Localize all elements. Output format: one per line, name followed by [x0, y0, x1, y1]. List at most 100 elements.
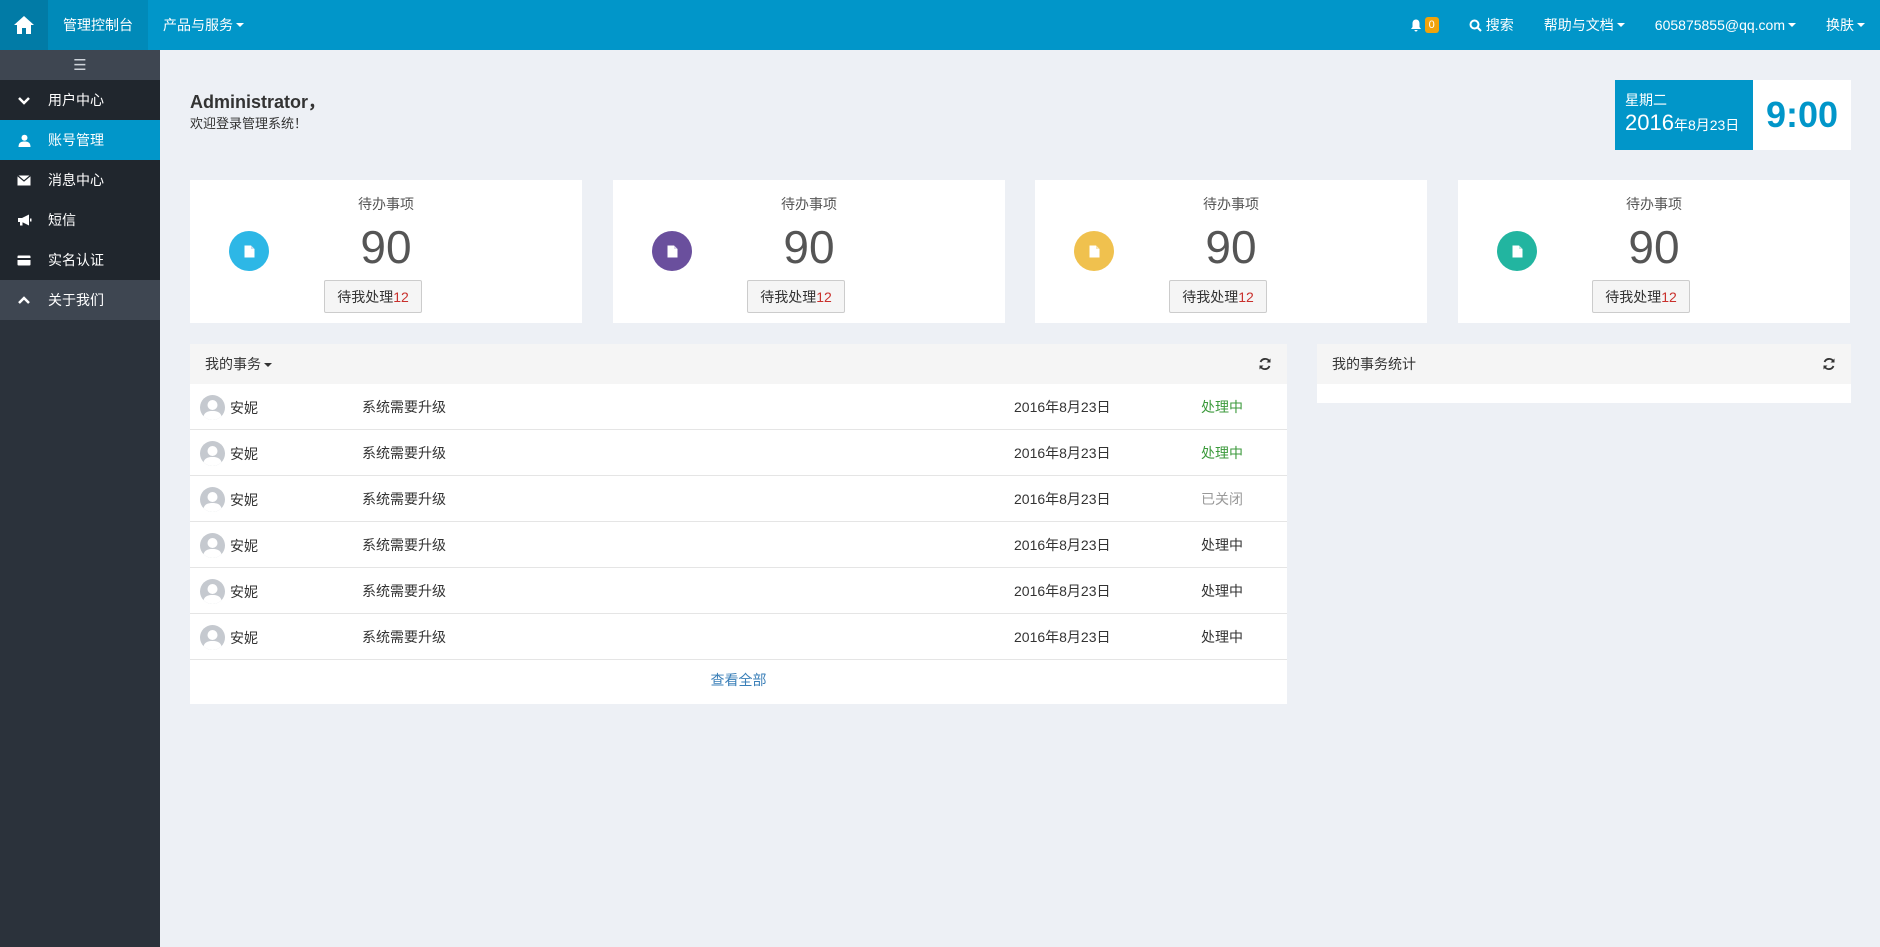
table-row[interactable]: 安妮 系统需要升级 2016年8月23日 已关闭 [190, 476, 1287, 522]
table-row[interactable]: 安妮 系统需要升级 2016年8月23日 处理中 [190, 614, 1287, 660]
year-label: 2016 [1625, 110, 1674, 135]
avatar [200, 487, 225, 512]
refresh-button[interactable] [1822, 357, 1836, 371]
sidebar-item-account-management[interactable]: 账号管理 [0, 120, 160, 160]
task-subject: 系统需要升级 [362, 629, 446, 645]
sidebar-toggle-button[interactable]: ☰ [0, 50, 160, 80]
task-status: 处理中 [1201, 629, 1243, 645]
pending-count: 12 [816, 288, 832, 305]
sidebar-item-about-us[interactable]: 关于我们 [0, 280, 160, 320]
todo-card-2: 待办事项 90 待我处理 12 [613, 180, 1005, 323]
card-value: 90 [1628, 221, 1680, 273]
chevron-down-icon [1788, 23, 1796, 27]
chevron-down-icon [264, 363, 272, 368]
nav-console-label: 管理控制台 [63, 17, 133, 33]
avatar [200, 533, 225, 558]
card-value: 90 [783, 221, 835, 273]
envelope-icon [17, 174, 31, 185]
sidebar: ☰ 用户中心 账号管理 消息中心 短信 实名认证 关于我们 [0, 50, 160, 947]
sidebar-item-label: 实名认证 [48, 252, 104, 268]
table-row[interactable]: 安妮 系统需要升级 2016年8月23日 处理中 [190, 430, 1287, 476]
pending-button[interactable]: 待我处理 12 [1169, 280, 1267, 313]
top-navbar: 管理控制台 产品与服务 0 搜索 帮助与文档 605875855@qq.com … [0, 0, 1880, 50]
nav-products-label: 产品与服务 [163, 17, 233, 33]
search-button[interactable]: 搜索 [1454, 0, 1529, 50]
task-date: 2016年8月23日 [1014, 445, 1111, 461]
credit-card-icon [17, 255, 31, 265]
help-docs-label: 帮助与文档 [1543, 17, 1614, 33]
pending-button[interactable]: 待我处理 12 [324, 280, 422, 313]
hamburger-icon: ☰ [73, 57, 87, 74]
task-subject: 系统需要升级 [362, 491, 446, 507]
bullhorn-icon [17, 214, 31, 226]
user-avatar-icon [203, 584, 222, 604]
chevron-up-icon [18, 295, 30, 304]
avatar [200, 395, 225, 420]
pending-count: 12 [1661, 288, 1677, 305]
task-owner: 安妮 [230, 400, 258, 416]
user-icon [18, 134, 30, 147]
card-value: 90 [1205, 221, 1257, 273]
table-row[interactable]: 安妮 系统需要升级 2016年8月23日 处理中 [190, 522, 1287, 568]
user-account-dropdown[interactable]: 605875855@qq.com [1640, 0, 1811, 50]
card-title: 待办事项 [781, 196, 837, 212]
chevron-down-icon [1616, 23, 1625, 27]
chevron-down-icon [18, 96, 30, 105]
sidebar-item-user-center[interactable]: 用户中心 [0, 80, 160, 120]
my-tasks-dropdown[interactable]: 我的事务 [205, 354, 272, 374]
task-date: 2016年8月23日 [1014, 629, 1111, 645]
my-tasks-panel: 我的事务 安妮 系统需要升级 2016年8月23日 处理中 安妮 系统需要升级 … [190, 344, 1287, 704]
notifications-button[interactable]: 0 [1395, 0, 1454, 50]
avatar [200, 625, 225, 650]
task-status: 处理中 [1201, 445, 1243, 461]
task-owner: 安妮 [230, 492, 258, 508]
user-avatar-icon [203, 630, 222, 650]
card-value: 90 [360, 221, 412, 273]
task-status: 处理中 [1201, 399, 1243, 415]
refresh-icon [1823, 358, 1835, 370]
my-tasks-title: 我的事务 [205, 356, 261, 372]
card-title: 待办事项 [1203, 196, 1259, 212]
help-docs-dropdown[interactable]: 帮助与文档 [1529, 0, 1640, 50]
greeting-welcome: 欢迎登录管理系统！ [190, 116, 308, 131]
task-date: 2016年8月23日 [1014, 399, 1111, 415]
skin-switch-button[interactable]: 换肤 [1811, 0, 1880, 50]
sidebar-item-sms[interactable]: 短信 [0, 200, 160, 240]
card-title: 待办事项 [358, 196, 414, 212]
greeting-name: Administrator， [190, 92, 327, 112]
sidebar-item-real-name-auth[interactable]: 实名认证 [0, 240, 160, 280]
nav-console[interactable]: 管理控制台 [48, 0, 148, 50]
search-icon [1469, 19, 1482, 32]
todo-card-1: 待办事项 90 待我处理 12 [190, 180, 582, 323]
sidebar-item-label: 短信 [48, 212, 76, 228]
task-subject: 系统需要升级 [362, 445, 446, 461]
task-status: 处理中 [1201, 583, 1243, 599]
chevron-down-icon [236, 23, 244, 27]
home-button[interactable] [0, 0, 48, 50]
pending-button[interactable]: 待我处理 12 [1592, 280, 1690, 313]
avatar [200, 441, 225, 466]
table-row[interactable]: 安妮 系统需要升级 2016年8月23日 处理中 [190, 568, 1287, 614]
view-all-link[interactable]: 查看全部 [190, 660, 1287, 700]
pending-label: 待我处理 [1182, 288, 1239, 305]
sidebar-item-label: 用户中心 [48, 92, 104, 108]
bell-icon [1410, 19, 1421, 31]
task-status: 处理中 [1201, 537, 1243, 553]
refresh-button[interactable] [1258, 357, 1272, 371]
date-widget: 星期二 2016年8月23日 [1615, 80, 1753, 150]
table-row[interactable]: 安妮 系统需要升级 2016年8月23日 处理中 [190, 384, 1287, 430]
pending-button[interactable]: 待我处理 12 [747, 280, 845, 313]
pending-label: 待我处理 [760, 288, 817, 305]
month-day-label: 年8月23日 [1673, 117, 1740, 133]
task-stats-panel: 我的事务统计 [1317, 344, 1851, 403]
task-date: 2016年8月23日 [1014, 491, 1111, 507]
nav-products-dropdown[interactable]: 产品与服务 [148, 0, 259, 50]
task-status: 已关闭 [1201, 491, 1243, 507]
avatar [200, 579, 225, 604]
clock-time: 9:00 [1753, 80, 1851, 150]
task-date: 2016年8月23日 [1014, 537, 1111, 553]
task-date: 2016年8月23日 [1014, 583, 1111, 599]
search-label: 搜索 [1485, 17, 1514, 33]
sidebar-item-message-center[interactable]: 消息中心 [0, 160, 160, 200]
card-title: 待办事项 [1626, 196, 1682, 212]
